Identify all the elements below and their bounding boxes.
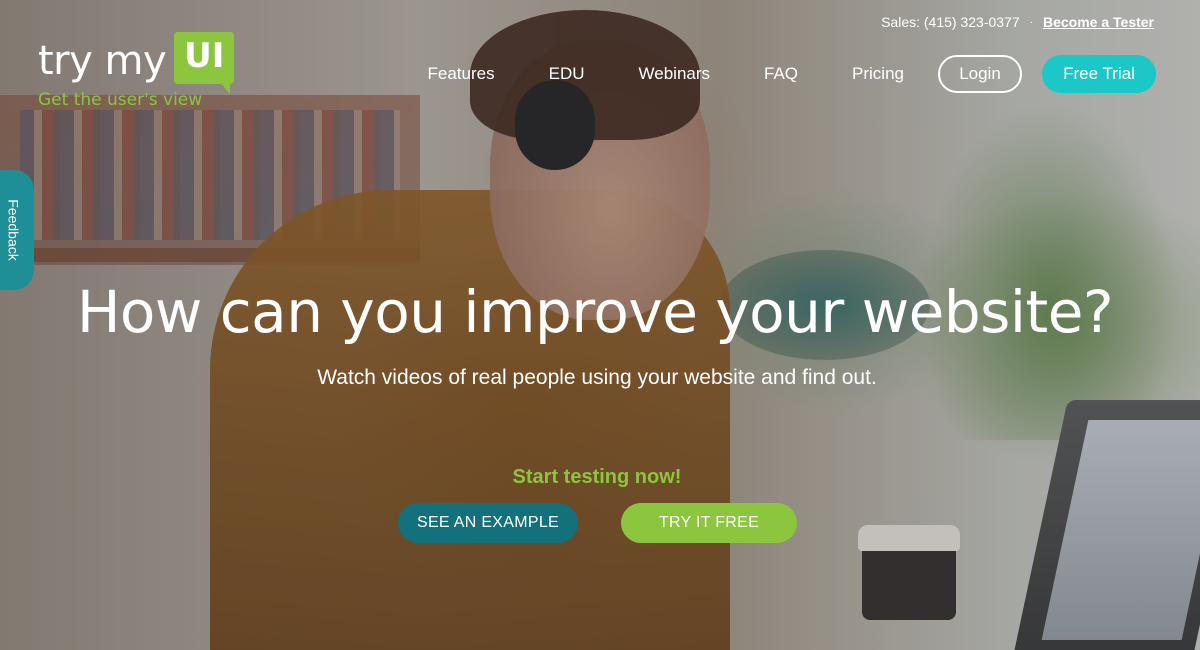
nav-item-pricing[interactable]: Pricing (852, 64, 904, 84)
see-example-button[interactable]: SEE AN EXAMPLE (398, 503, 578, 543)
cta-label: Start testing now! (512, 466, 682, 488)
logo-badge: UI (174, 32, 235, 94)
hero-headline: How can you improve your website? (76, 278, 1114, 346)
logo-text: try my (38, 38, 167, 84)
logo-tagline: Get the user's view (38, 90, 203, 110)
free-trial-button[interactable]: Free Trial (1042, 55, 1156, 93)
hero-section: try my UI Get the user's view Sales: (41… (0, 0, 1200, 650)
hero-subhead: Watch videos of real people using your w… (317, 366, 877, 389)
feedback-tab[interactable]: Feedback (0, 170, 34, 290)
sales-phone: Sales: (415) 323-0377 (881, 14, 1020, 30)
logo-row: try my UI (38, 32, 235, 94)
nav-item-features[interactable]: Features (428, 64, 495, 84)
try-free-button[interactable]: TRY IT FREE (621, 503, 797, 543)
nav-item-webinars[interactable]: Webinars (639, 64, 711, 84)
login-button[interactable]: Login (938, 55, 1022, 93)
nav-item-edu[interactable]: EDU (549, 64, 585, 84)
main-nav: Features EDU Webinars FAQ Pricing Login … (428, 55, 1156, 93)
feedback-label: Feedback (6, 199, 23, 261)
topbar-separator: · (1029, 16, 1033, 28)
nav-item-faq[interactable]: FAQ (764, 64, 798, 84)
become-tester-link[interactable]: Become a Tester (1043, 14, 1154, 30)
topbar: Sales: (415) 323-0377 · Become a Tester (881, 14, 1154, 30)
logo[interactable]: try my UI Get the user's view (38, 32, 235, 110)
